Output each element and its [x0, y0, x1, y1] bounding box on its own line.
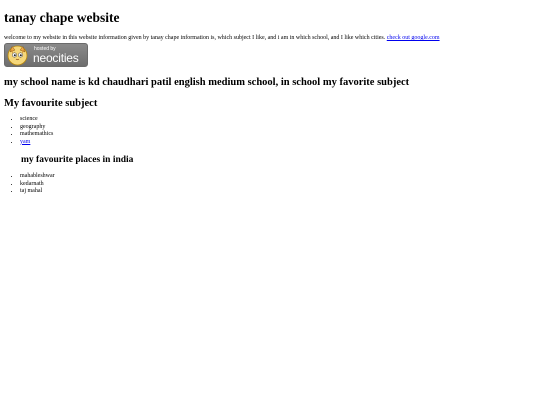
list-item: kedarnath	[20, 181, 536, 189]
badge-brand: neocities	[33, 51, 79, 65]
list-item: geography	[20, 124, 536, 132]
places-list: mahableshwar kedarnath taj mahal	[4, 173, 536, 196]
list-item: taj mahal	[20, 188, 536, 196]
subject-yam-link[interactable]: yam	[20, 139, 30, 145]
places-heading: my favourite places in india	[21, 155, 134, 165]
list-item: mathemathics	[20, 131, 536, 139]
subject-science: science	[20, 116, 38, 122]
places-section: my favourite places in india mahableshwa…	[4, 154, 536, 196]
subjects-list: science geography mathemathics yam	[4, 116, 536, 146]
list-item: yam	[20, 139, 536, 147]
neocities-cat-icon	[7, 45, 28, 66]
school-heading: my school name is kd chaudhari patil eng…	[4, 77, 410, 88]
subject-geography: geography	[20, 123, 46, 130]
page-content: tanay chape website welcome to my websit…	[0, 0, 540, 196]
subject-mathematics: mathemathics	[20, 131, 54, 137]
place-kedarnath: kedarnath	[20, 180, 44, 187]
page-title: tanay chape website	[4, 10, 120, 25]
list-item: mahableshwar	[20, 173, 536, 181]
list-item: science	[20, 116, 536, 124]
neocities-badge[interactable]: hosted by neocities	[4, 43, 88, 67]
place-taj-mahal: taj mahal	[20, 188, 43, 194]
intro-text: welcome to my website in this website in…	[4, 35, 386, 41]
place-mahableshwar: mahableshwar	[20, 173, 55, 179]
intro-paragraph: welcome to my website in this website in…	[4, 34, 536, 42]
subjects-heading: My favourite subject	[4, 98, 98, 109]
google-link[interactable]: check out google.com	[387, 35, 440, 41]
